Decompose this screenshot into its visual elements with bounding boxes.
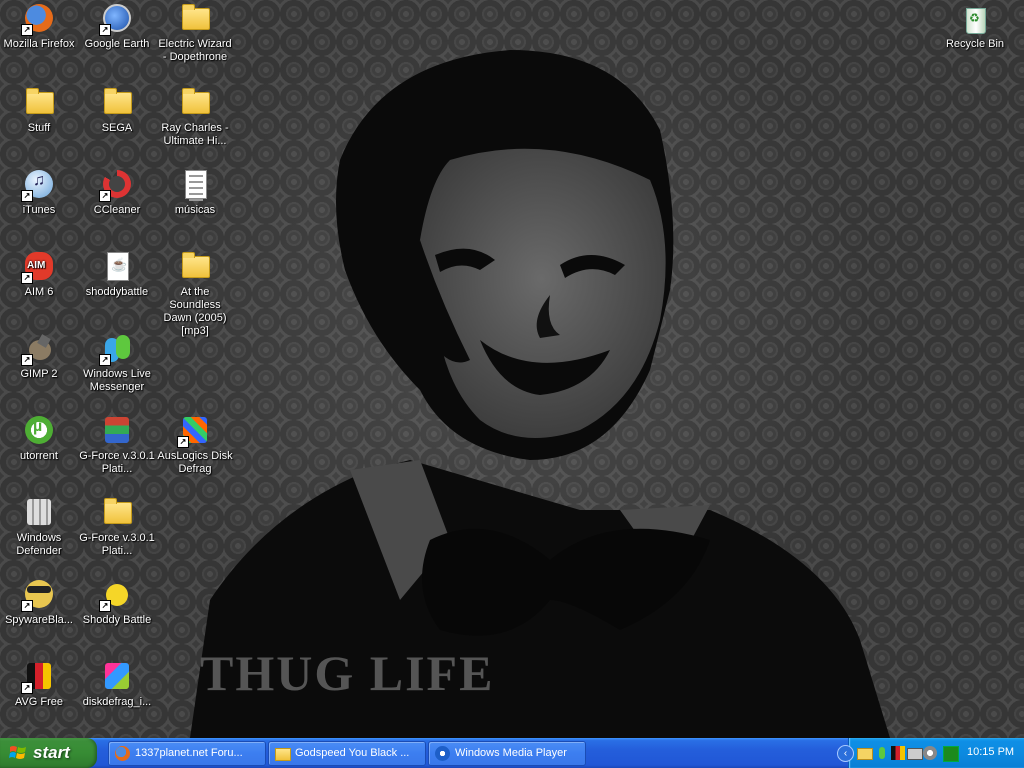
- desktop-icon-shoddybattle-file[interactable]: ☕ shoddybattle: [78, 250, 156, 299]
- volume-tray-icon[interactable]: [923, 746, 937, 760]
- spywareblaster-icon: ↗: [21, 578, 55, 612]
- messenger-tray-icon[interactable]: [875, 746, 889, 760]
- desktop-icon-aim[interactable]: AIM ↗ AIM 6: [0, 250, 78, 299]
- desktop-icon-sega[interactable]: SEGA: [78, 86, 156, 135]
- system-tray: ‹ 10:15 PM: [837, 738, 1024, 768]
- folder-tray-icon[interactable]: [857, 748, 873, 760]
- desktop-icon-google-earth[interactable]: ↗ Google Earth: [78, 2, 156, 51]
- folder-icon: [179, 86, 211, 118]
- winrar-icon: [101, 414, 133, 446]
- utorrent-icon: µ: [23, 414, 55, 446]
- desktop-icon-firefox[interactable]: ↗ Mozilla Firefox: [0, 2, 78, 51]
- taskbar-item-firefox[interactable]: 1337planet.net Foru...: [108, 741, 266, 766]
- taskbar: start 1337planet.net Foru... Godspeed Yo…: [0, 738, 1024, 768]
- desktop-icon-electric-wizard[interactable]: Electric Wizard - Dopethrone: [156, 2, 234, 64]
- start-button[interactable]: start: [0, 738, 97, 768]
- start-label: start: [33, 743, 70, 762]
- desktop-icon-itunes[interactable]: ♫ ↗ iTunes: [0, 168, 78, 217]
- taskbar-item-media-player[interactable]: Windows Media Player: [428, 741, 586, 766]
- desktop-icon-windows-live-messenger[interactable]: ↗ Windows Live Messenger: [78, 332, 156, 394]
- folder-icon: [101, 86, 133, 118]
- avg-tray-icon[interactable]: [891, 746, 905, 760]
- folder-icon: [275, 748, 291, 761]
- desktop-icon-spywareblaster[interactable]: ↗ SpywareBla...: [0, 578, 78, 627]
- desktop-icon-avg[interactable]: ↗ AVG Free: [0, 660, 78, 709]
- folder-icon: [179, 250, 211, 282]
- gimp-icon: ↗: [21, 332, 55, 366]
- desktop-icon-musicas[interactable]: músicas: [156, 168, 234, 217]
- java-file-icon: ☕: [101, 250, 133, 282]
- taskbar-item-godspeed-folder[interactable]: Godspeed You Black ...: [268, 741, 426, 766]
- wallpaper-thug-text: THUG LIFE: [200, 645, 494, 701]
- itunes-icon: ♫ ↗: [21, 168, 55, 202]
- folder-icon: [23, 86, 55, 118]
- desktop-icon-recycle-bin[interactable]: ♻ Recycle Bin: [936, 2, 1014, 51]
- firefox-icon: [115, 746, 130, 761]
- desktop-icon-gforce-folder[interactable]: G-Force v.3.0.1 Plati...: [78, 496, 156, 558]
- desktop[interactable]: THUG LIFE ↗ Mozilla Firefox Stuff ♫ ↗ iT…: [0, 0, 1024, 738]
- desktop-icon-windows-defender[interactable]: Windows Defender: [0, 496, 78, 558]
- folder-icon: [101, 496, 133, 528]
- utorrent-tray-icon[interactable]: [943, 746, 959, 762]
- text-document-icon: [179, 168, 211, 201]
- desktop-icon-diskdefrag-installer[interactable]: diskdefrag_i...: [78, 660, 156, 709]
- desktop-icon-ccleaner[interactable]: ↗ CCleaner: [78, 168, 156, 217]
- windows-logo-icon: [9, 746, 26, 759]
- network-tray-icon[interactable]: [907, 748, 923, 760]
- desktop-icon-utorrent[interactable]: µ utorrent: [0, 414, 78, 463]
- desktop-icon-gimp[interactable]: ↗ GIMP 2: [0, 332, 78, 381]
- desktop-icon-auslogics[interactable]: ↗ AusLogics Disk Defrag: [156, 414, 234, 476]
- aim-icon: AIM ↗: [21, 250, 55, 284]
- folder-icon: [179, 2, 211, 34]
- ccleaner-icon: ↗: [99, 168, 133, 202]
- desktop-icon-stuff[interactable]: Stuff: [0, 86, 78, 135]
- desktop-icon-shoddy-battle[interactable]: ↗ Shoddy Battle: [78, 578, 156, 627]
- auslogics-icon: ↗: [177, 414, 211, 448]
- google-earth-icon: ↗: [99, 2, 133, 36]
- firefox-icon: ↗: [21, 2, 55, 36]
- messenger-icon: ↗: [99, 332, 133, 366]
- tray-expand-icon[interactable]: ‹: [837, 745, 854, 762]
- desktop-icon-soundless-dawn[interactable]: At the Soundless Dawn (2005)[mp3]: [156, 250, 234, 338]
- media-player-icon: [435, 746, 450, 761]
- installer-icon: [101, 660, 133, 692]
- pikachu-icon: ↗: [99, 578, 133, 612]
- desktop-icon-gforce-archive[interactable]: G-Force v.3.0.1 Plati...: [78, 414, 156, 476]
- defender-icon: [23, 496, 55, 528]
- clock[interactable]: 10:15 PM: [967, 746, 1014, 758]
- avg-icon: ↗: [21, 660, 55, 694]
- recycle-bin-icon: ♻: [959, 2, 991, 34]
- wallpaper-portrait: THUG LIFE: [190, 50, 890, 738]
- desktop-icon-ray-charles[interactable]: Ray Charles - Ultimate Hi...: [156, 86, 234, 148]
